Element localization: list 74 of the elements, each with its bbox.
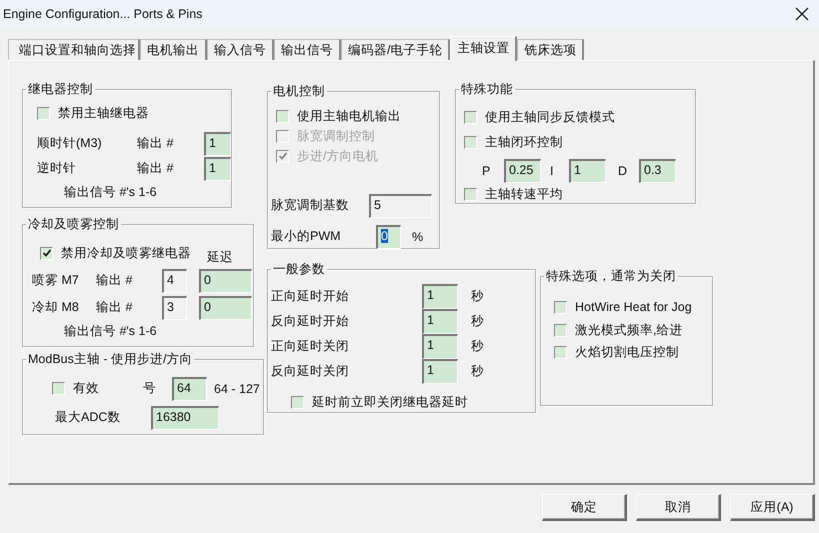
dialog-button[interactable]: 确定: [542, 494, 627, 521]
group-title: ModBus主轴 - 使用步进/方向: [27, 351, 194, 368]
input-field[interactable]: 1: [422, 359, 458, 384]
input-field[interactable]: 0: [376, 224, 401, 248]
field-label: 64 - 127: [214, 382, 260, 396]
input-field[interactable]: 1: [204, 132, 231, 156]
field-label: 延迟: [207, 249, 233, 266]
input-field[interactable]: 64: [172, 376, 207, 400]
field-label: 秒: [471, 363, 484, 380]
close-icon[interactable]: [795, 7, 809, 21]
checkbox[interactable]: 激光模式频率,给进: [554, 322, 682, 338]
tab[interactable]: 铣床选项: [517, 39, 584, 60]
input-field[interactable]: 0.3: [639, 158, 676, 182]
checkbox[interactable]: 火焰切割电压控制: [554, 344, 679, 360]
checkbox[interactable]: 禁用冷却及喷雾继电器: [40, 244, 207, 262]
input-field[interactable]: 0.25: [504, 158, 541, 182]
checkbox[interactable]: HotWire Heat for Jog: [554, 300, 692, 314]
field-label: 最大ADC数: [55, 409, 122, 426]
input-field[interactable]: 1: [422, 309, 458, 334]
field-label: 反向延时开始: [271, 313, 350, 330]
window-title: Engine Configuration... Ports & Pins: [3, 7, 202, 21]
group-title: 特殊功能: [460, 81, 514, 98]
field-label: 号: [143, 380, 157, 397]
field-label: 反向延时关闭: [271, 363, 350, 380]
field-label: 正向延时开始: [271, 288, 350, 305]
field-label: 顺时针(M3): [37, 135, 103, 152]
checkbox[interactable]: 使用主轴同步反馈模式: [464, 108, 615, 126]
checkbox[interactable]: 主轴闭环控制: [464, 134, 563, 150]
field-label: 秒: [471, 288, 484, 305]
input-field[interactable]: 1: [569, 158, 606, 182]
input-field[interactable]: 1: [204, 156, 231, 180]
checkbox[interactable]: 延时前立即关闭继电器延时: [291, 394, 468, 410]
field-label: 输出 #: [137, 160, 174, 177]
group-title: 特殊选项，通常为关闭: [545, 268, 677, 285]
input-field[interactable]: 1: [422, 284, 458, 309]
group-title: 一般参数: [272, 261, 326, 278]
field-label: 正向延时关闭: [271, 338, 350, 355]
checkbox[interactable]: 使用主轴电机输出: [276, 108, 401, 124]
input-field[interactable]: 16380: [151, 406, 219, 430]
tab[interactable]: 电机输出: [140, 39, 207, 60]
field-label: 输出信号 #'s 1-6: [64, 184, 157, 200]
tab[interactable]: 端口设置和轴向选择: [8, 39, 140, 60]
field-label: 喷雾 M7: [32, 272, 80, 289]
tab[interactable]: 输入信号: [207, 39, 274, 60]
dialog-button[interactable]: 取消: [636, 494, 721, 521]
checkbox[interactable]: 主轴转速平均: [464, 186, 563, 202]
field-label: D: [618, 164, 628, 178]
field-label: 冷却 M8: [32, 299, 80, 316]
check-icon: [278, 151, 288, 161]
field-label: 脉宽调制基数: [271, 197, 350, 214]
field-label: 逆时针: [37, 160, 77, 177]
field-label: P: [482, 164, 492, 178]
field-label: 秒: [471, 338, 484, 355]
field-label: I: [550, 164, 554, 178]
group-title: 冷却及喷雾控制: [27, 216, 120, 233]
field-label: 秒: [471, 313, 484, 330]
tab[interactable]: 主轴设置: [450, 36, 518, 61]
field-label: %: [412, 230, 424, 244]
input-field[interactable]: 0: [199, 296, 252, 320]
tab[interactable]: 编码器/电子手轮: [341, 39, 450, 60]
field-label: 输出信号 #'s 1-6: [64, 322, 157, 340]
field-label: 输出 #: [96, 299, 134, 316]
group-title: 继电器控制: [27, 81, 94, 98]
check-icon: [42, 248, 52, 258]
field-label: 输出 #: [137, 135, 174, 152]
input-field[interactable]: 1: [422, 334, 458, 359]
tab[interactable]: 输出信号: [274, 39, 341, 60]
checkbox[interactable]: 有效: [52, 380, 143, 397]
field-label: 输出 #: [96, 272, 134, 289]
field-label: 最小的PWM: [271, 228, 342, 245]
checkbox[interactable]: 禁用主轴继电器: [37, 105, 149, 122]
input-field[interactable]: 0: [199, 268, 252, 292]
group-title: 电机控制: [272, 83, 326, 100]
dialog-button[interactable]: 应用(A): [730, 494, 815, 521]
